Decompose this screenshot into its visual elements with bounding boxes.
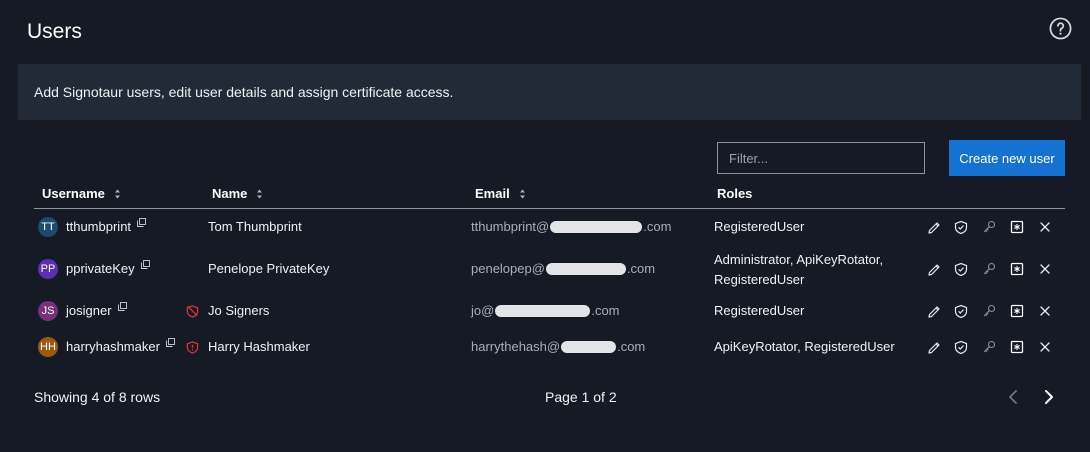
- redacted-text: [561, 340, 617, 353]
- copy-icon[interactable]: [137, 218, 146, 227]
- name-cell: Penelope PrivateKey: [208, 261, 330, 276]
- redacted-text: [495, 304, 591, 317]
- username-text: harryhashmaker: [66, 339, 160, 354]
- email-cell: jo@ .com: [471, 303, 620, 318]
- sort-icon: [519, 189, 525, 198]
- edit-icon[interactable]: [926, 304, 940, 318]
- info-banner: Add Signotaur users, edit user details a…: [18, 64, 1081, 120]
- avatar: HH: [38, 337, 58, 357]
- help-icon[interactable]: [1049, 17, 1072, 40]
- roles-cell: RegisteredUser: [714, 303, 805, 318]
- name-cell: Jo Signers: [208, 303, 270, 318]
- avatar: JS: [38, 301, 58, 321]
- username-text: pprivateKey: [66, 261, 135, 276]
- roles-cell: RegisteredUser: [714, 219, 805, 234]
- copy-icon[interactable]: [165, 338, 175, 347]
- copy-icon[interactable]: [140, 260, 150, 269]
- sort-icon: [257, 189, 263, 198]
- row-count: Showing 4 of 8 rows: [34, 389, 161, 405]
- name-cell: Harry Hashmaker: [208, 339, 310, 354]
- username-cell: pprivateKey: [66, 260, 150, 276]
- filter-input[interactable]: [717, 142, 925, 174]
- next-page-icon[interactable]: [1042, 389, 1056, 405]
- header-email[interactable]: Email: [475, 186, 526, 201]
- close-icon[interactable]: [1038, 220, 1052, 234]
- shield-check-icon[interactable]: [954, 220, 968, 234]
- row-actions: [926, 304, 1066, 318]
- key-icon[interactable]: [982, 340, 996, 354]
- email-cell: penelopep@ .com: [471, 261, 656, 276]
- email-cell: tthumbprint@ .com: [471, 219, 672, 234]
- page-indicator: Page 1 of 2: [545, 389, 617, 405]
- edit-icon[interactable]: [926, 262, 940, 276]
- row-actions: [926, 220, 1066, 234]
- table-header: Username Name Email Roles: [34, 180, 1065, 209]
- shield-check-icon[interactable]: [954, 262, 968, 276]
- certificate-icon[interactable]: [1010, 220, 1024, 234]
- key-icon[interactable]: [982, 220, 996, 234]
- edit-icon[interactable]: [926, 220, 940, 234]
- certificate-icon[interactable]: [1010, 262, 1024, 276]
- table-row: PP pprivateKey Penelope PrivateKey penel…: [34, 252, 1066, 287]
- roles-cell: Administrator, ApiKeyRotator, RegisteredU…: [714, 252, 884, 287]
- username-text: josigner: [66, 303, 112, 318]
- certificate-icon[interactable]: [1010, 304, 1024, 318]
- sort-icon: [114, 189, 120, 198]
- avatar: TT: [38, 217, 58, 237]
- header-name[interactable]: Name: [212, 186, 263, 201]
- table-row: JS josigner Jo Signers jo@ .com Registere…: [34, 300, 1065, 322]
- copy-icon[interactable]: [117, 302, 127, 311]
- redacted-text: [550, 220, 643, 233]
- table-row: TT tthumbprint Tom Thumbprint tthumbprin…: [34, 216, 1065, 238]
- shield-check-icon[interactable]: [954, 340, 968, 354]
- close-icon[interactable]: [1038, 262, 1052, 276]
- key-icon[interactable]: [982, 304, 996, 318]
- row-actions: [926, 262, 1066, 276]
- shield-off-icon: [186, 305, 199, 318]
- key-icon[interactable]: [982, 262, 996, 276]
- avatar: PP: [38, 259, 58, 279]
- username-cell: tthumbprint: [66, 218, 146, 234]
- table-row: HH harryhashmaker Harry Hashmaker harryt…: [34, 336, 1065, 358]
- email-cell: harrythehash@ .com: [471, 339, 646, 354]
- name-cell: Tom Thumbprint: [208, 219, 302, 234]
- prev-page-icon[interactable]: [1006, 389, 1020, 405]
- close-icon[interactable]: [1038, 304, 1052, 318]
- redacted-text: [545, 262, 626, 275]
- create-user-button[interactable]: Create new user: [949, 140, 1065, 176]
- shield-alert-icon: [186, 341, 199, 354]
- username-cell: josigner: [66, 302, 127, 318]
- certificate-icon[interactable]: [1010, 340, 1024, 354]
- shield-check-icon[interactable]: [954, 304, 968, 318]
- header-username[interactable]: Username: [42, 186, 121, 201]
- row-actions: [926, 340, 1066, 354]
- close-icon[interactable]: [1038, 340, 1052, 354]
- header-roles: Roles: [717, 186, 753, 201]
- banner-text: Add Signotaur users, edit user details a…: [34, 84, 454, 100]
- roles-cell: ApiKeyRotator, RegisteredUser: [714, 339, 895, 354]
- username-cell: harryhashmaker: [66, 338, 175, 354]
- page-title: Users: [27, 20, 82, 43]
- username-text: tthumbprint: [66, 219, 132, 234]
- edit-icon[interactable]: [926, 340, 940, 354]
